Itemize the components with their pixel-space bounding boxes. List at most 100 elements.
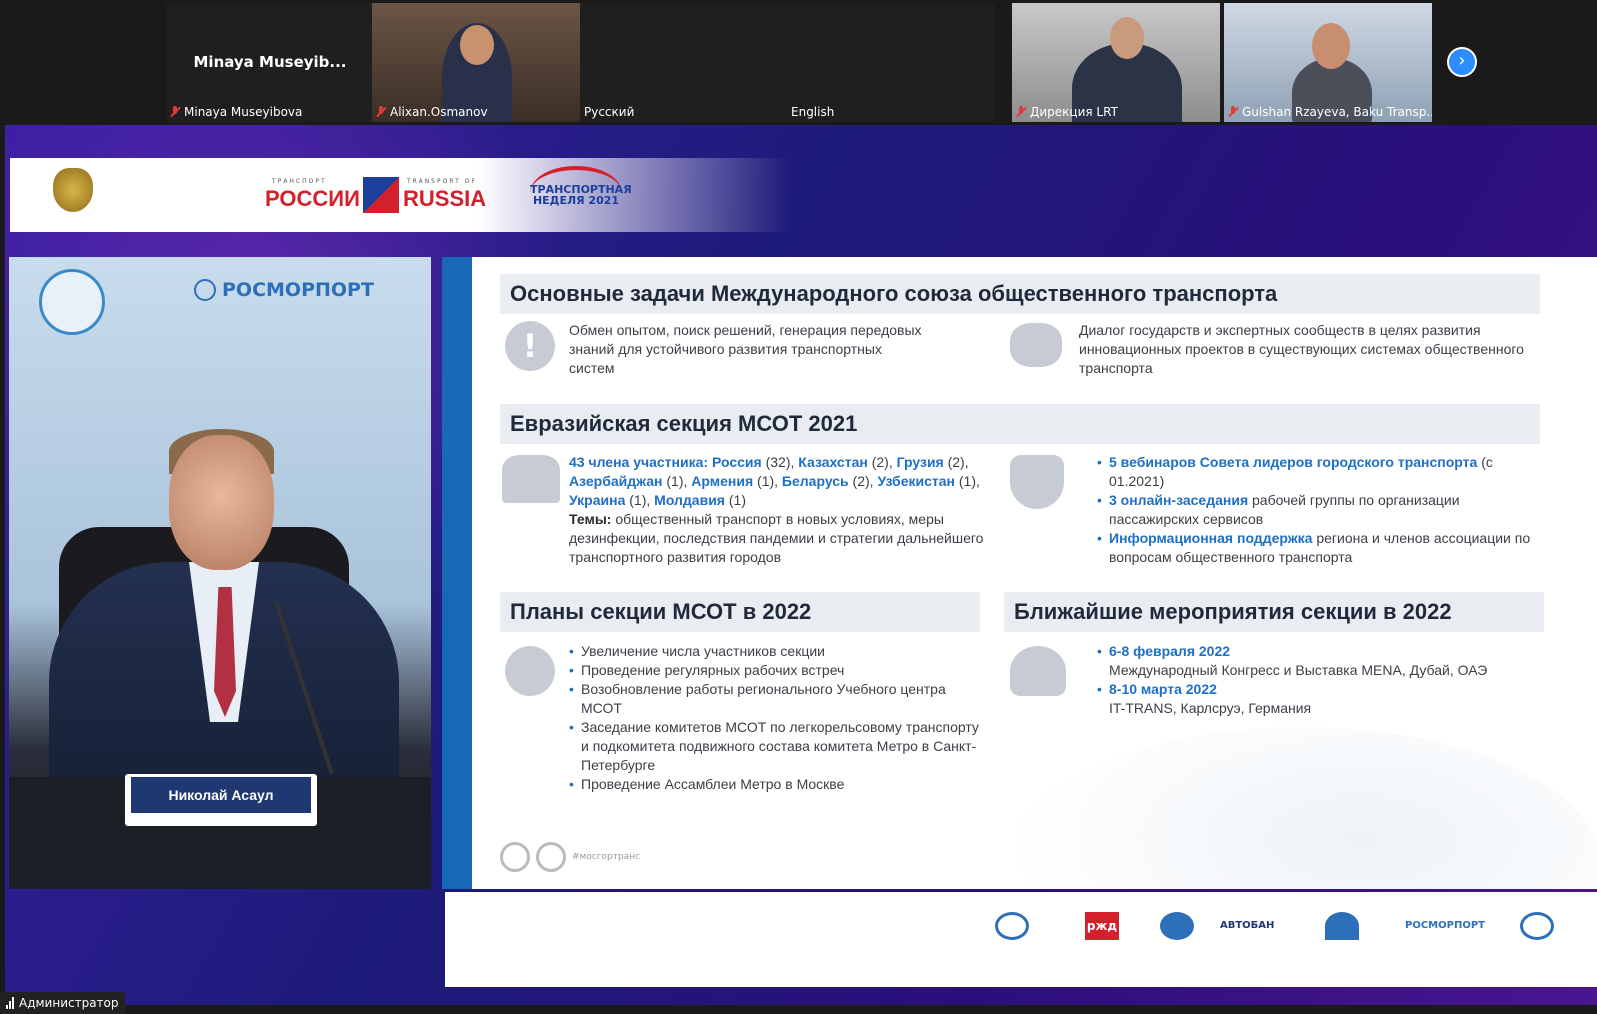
country-name: Грузия xyxy=(896,454,944,470)
participant-face xyxy=(1110,17,1144,59)
list-item: Проведение регулярных рабочих встреч xyxy=(569,661,979,680)
tasks-right-text: Диалог государств и экспертных сообществ… xyxy=(1079,322,1524,376)
nameplate-text: Николай Асаул xyxy=(131,777,311,813)
participant-tile[interactable]: Minaya Museyib... Minaya Museyibova xyxy=(166,3,374,122)
ministry-logo xyxy=(53,168,93,212)
status-bar: Администратор xyxy=(0,992,125,1014)
country-name: Молдавия xyxy=(654,492,725,508)
nameplate: Николай Асаул xyxy=(125,774,317,826)
union-logo-icon xyxy=(1160,912,1194,940)
rzd-logo: ржд xyxy=(1085,912,1119,940)
country-name: Украина xyxy=(569,492,626,508)
rosmorport-text: РОСМОРПОРТ xyxy=(222,279,374,301)
participant-label: Minaya Museyibova xyxy=(170,105,302,119)
participant-name: English xyxy=(791,105,835,119)
partner-logo xyxy=(1160,912,1194,968)
rossii-logo-text: РОССИИ xyxy=(265,186,360,211)
country-count: (2), xyxy=(852,473,874,489)
list-item: Возобновление работы регионального Учебн… xyxy=(569,680,979,718)
participant-name: Minaya Museyibova xyxy=(184,105,303,119)
events-list: 6-8 февраля 2022 Международный Конгресс и… xyxy=(1097,642,1557,718)
location-pin-icon xyxy=(1010,646,1066,696)
participant-tile[interactable]: Gulshan Rzayeva, Baku Transp... xyxy=(1224,3,1432,122)
participant-label: English xyxy=(791,105,834,119)
participant-strip: Minaya Museyib... Minaya Museyibova Alix… xyxy=(0,0,1597,125)
union-emblem-icon xyxy=(39,269,105,335)
participant-tile[interactable]: English xyxy=(787,3,995,122)
participant-name: Русский xyxy=(584,105,635,119)
shared-screen: ТРАНСПОРТ РОССИИ TRANSPORT OF RUSSIA ТРА… xyxy=(5,125,1597,1005)
participant-tile[interactable]: Дирекция LRT xyxy=(1012,3,1220,122)
country-name: Россия xyxy=(711,454,762,470)
participant-label: Gulshan Rzayeva, Baku Transp... xyxy=(1228,105,1432,119)
globe-icon xyxy=(194,279,216,301)
themes-label: Темы: xyxy=(569,511,612,527)
list-item: 3 онлайн-заседания рабочей группы по орг… xyxy=(1097,491,1537,529)
country-name: Казахстан xyxy=(798,454,868,470)
rosmorport-partner-logo: РОСМОРПОРТ xyxy=(1405,920,1485,931)
muted-mic-icon xyxy=(376,106,386,118)
event-desc: IT-TRANS, Карлсруэ, Германия xyxy=(1109,700,1312,716)
transport-of-small-label: TRANSPORT OF xyxy=(407,178,477,185)
emblem-logo-icon xyxy=(1520,912,1554,940)
members-text: 43 члена участника: Россия (32), Казахст… xyxy=(569,453,989,567)
participant-label: Дирекция LRT xyxy=(1016,105,1118,119)
muted-mic-icon xyxy=(170,106,180,118)
participant-label: Русский xyxy=(584,105,634,119)
world-map-background xyxy=(1002,727,1597,889)
highlight-text: Информационная поддержка xyxy=(1109,530,1313,546)
country-count: (32), xyxy=(765,454,795,470)
rosmorport-logo: РОСМОРПОРТ xyxy=(194,279,374,301)
transport-small-label: ТРАНСПОРТ xyxy=(272,178,327,185)
participant-display-name: Minaya Museyib... xyxy=(193,53,347,71)
participant-tile[interactable]: Alixan.Osmanov xyxy=(372,3,580,122)
participant-tile[interactable]: Русский xyxy=(580,3,788,122)
partner-logo: РОСМОРПОРТ xyxy=(1405,912,1485,968)
partner-logo: АВТОБАН xyxy=(1220,912,1274,968)
chevron-right-icon: › xyxy=(1458,50,1466,71)
russia-flag-icon xyxy=(363,177,399,213)
list-item: Проведение Ассамблеи Метро в Москве xyxy=(569,775,979,794)
list-item: 8-10 марта 2022 IT-TRANS, Карлсруэ, Герма… xyxy=(1097,680,1557,718)
next-page-button[interactable]: › xyxy=(1447,47,1477,77)
country-name: Армения xyxy=(691,473,754,489)
speaker-video: РОСМОРПОРТ Николай Асаул xyxy=(9,257,431,889)
country-name: Беларусь xyxy=(781,473,849,489)
speaker-head xyxy=(169,435,274,570)
section-title-events: Ближайшие мероприятия секции в 2022 xyxy=(1004,592,1544,632)
current-user-label: Администратор xyxy=(19,996,119,1010)
list-item: Заседание комитетов МСОТ по легкорельсов… xyxy=(569,718,979,775)
plans-list: Увеличение числа участников секции Прове… xyxy=(569,642,979,794)
people-icon xyxy=(502,455,560,503)
metro-logo-icon xyxy=(995,912,1029,940)
bridge-logo-icon xyxy=(1325,912,1359,940)
participant-face xyxy=(460,25,494,65)
slide-accent-bar xyxy=(442,257,472,889)
themes-text: общественный транспорт в новых условиях,… xyxy=(569,511,984,565)
partner-logo xyxy=(1325,912,1359,968)
presentation-slide: Основные задачи Международного союза общ… xyxy=(442,257,1597,889)
footer-logo-icon xyxy=(500,842,530,872)
participant-name: Gulshan Rzayeva, Baku Transp... xyxy=(1242,105,1432,119)
slide-footer: #мосгортранс xyxy=(500,842,640,872)
exclamation-icon: ! xyxy=(505,321,555,371)
list-item: 5 вебинаров Совета лидеров городского тр… xyxy=(1097,453,1537,491)
event-desc: Международный Конгресс и Выставка MENA, … xyxy=(1109,662,1488,678)
trophy-icon xyxy=(1010,455,1064,509)
participant-label: Alixan.Osmanov xyxy=(376,105,488,119)
tasks-left-text: Обмен опытом, поиск решений, генерация п… xyxy=(569,322,922,376)
footer-logo-icon xyxy=(536,842,566,872)
event-date: 6-8 февраля 2022 xyxy=(1109,643,1231,659)
country-count: (2), xyxy=(947,454,969,470)
participant-name: Alixan.Osmanov xyxy=(390,105,488,119)
avtoban-logo: АВТОБАН xyxy=(1220,920,1275,931)
country-count: (2), xyxy=(871,454,893,470)
transport-week-logo: ТРАНСПОРТНАЯ НЕДЕЛЯ 2021 xyxy=(530,166,632,220)
members-count: 43 члена участника: xyxy=(569,454,709,470)
list-item: 6-8 февраля 2022 Международный Конгресс и… xyxy=(1097,642,1557,680)
participant-face xyxy=(1312,23,1350,69)
partner-logo xyxy=(1520,912,1554,968)
globe-icon xyxy=(505,646,555,696)
footer-tag: #мосгортранс xyxy=(572,852,641,862)
event-date: 8-10 марта 2022 xyxy=(1109,681,1217,697)
